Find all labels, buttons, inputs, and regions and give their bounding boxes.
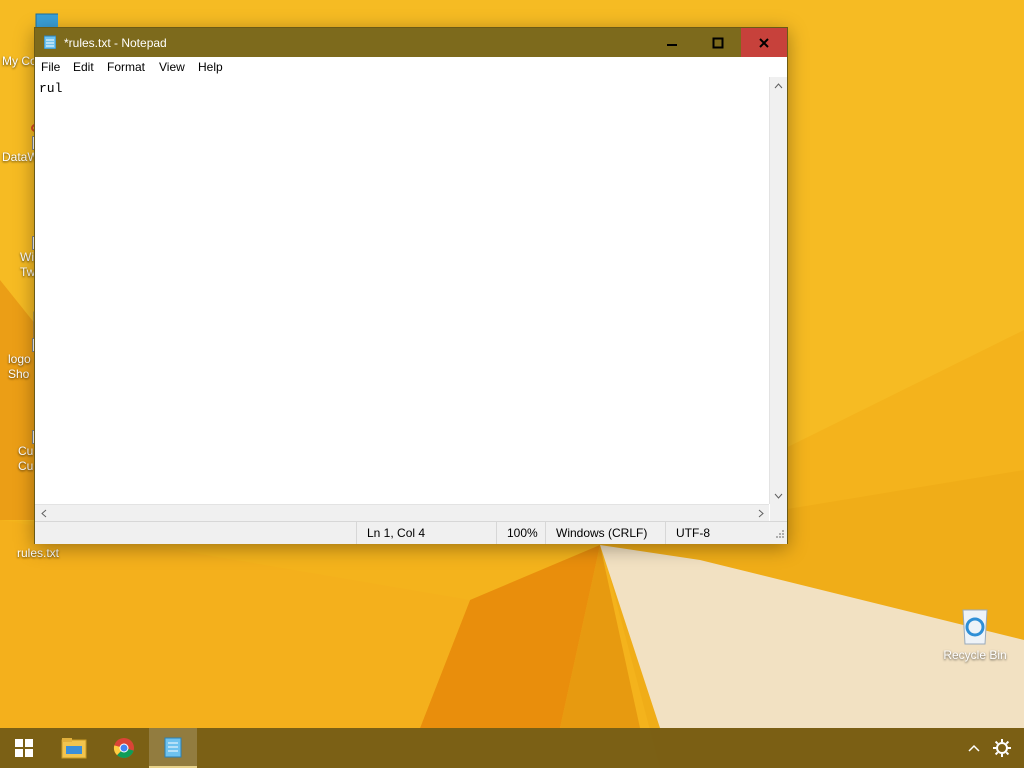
menu-view[interactable]: View — [159, 60, 185, 74]
taskbar — [0, 728, 1024, 768]
desktop-icon-label: Recycle Bin — [943, 648, 1007, 662]
close-button[interactable] — [741, 28, 787, 57]
scroll-left-icon[interactable] — [35, 505, 52, 522]
file-explorer-icon — [61, 738, 87, 759]
scroll-down-icon[interactable] — [770, 487, 787, 504]
scrollbar-corner — [770, 504, 787, 521]
notepad-icon — [43, 35, 57, 50]
recycle-bin-icon — [955, 606, 995, 646]
start-icon — [15, 739, 33, 757]
notepad-icon — [164, 737, 182, 758]
desktop-icon-label: rules.txt — [16, 546, 59, 560]
taskbar-notepad[interactable] — [149, 728, 197, 768]
status-zoom: 100% — [496, 522, 547, 544]
desktop-icon-recycle-bin[interactable]: Recycle Bin — [937, 606, 1013, 663]
taskbar-file-explorer[interactable] — [50, 728, 98, 768]
editor-content: rul — [39, 81, 63, 96]
chevron-up-icon — [968, 744, 980, 752]
vertical-scrollbar[interactable] — [769, 77, 787, 504]
horizontal-scrollbar[interactable] — [35, 504, 769, 522]
scroll-right-icon[interactable] — [752, 505, 769, 522]
minimize-button[interactable] — [649, 28, 695, 57]
chrome-icon — [113, 738, 134, 758]
title-bar[interactable]: *rules.txt - Notepad — [35, 28, 787, 57]
maximize-button[interactable] — [695, 28, 741, 57]
status-bar: Ln 1, Col 4 100% Windows (CRLF) UTF-8 — [35, 521, 787, 544]
window-title: *rules.txt - Notepad — [64, 36, 167, 50]
close-icon — [759, 37, 769, 48]
status-line-ending: Windows (CRLF) — [545, 522, 666, 544]
scroll-up-icon[interactable] — [770, 77, 787, 94]
notepad-window[interactable]: *rules.txt - Notepad File Edit Format Vi… — [34, 27, 788, 544]
tray-settings[interactable] — [984, 728, 1020, 768]
taskbar-chrome[interactable] — [100, 728, 148, 768]
menu-file[interactable]: File — [41, 60, 60, 74]
menu-help[interactable]: Help — [198, 60, 223, 74]
menu-bar: File Edit Format View Help — [35, 57, 787, 77]
minimize-icon — [667, 43, 677, 46]
menu-edit[interactable]: Edit — [73, 60, 94, 74]
start-button[interactable] — [0, 728, 48, 768]
status-position: Ln 1, Col 4 — [356, 522, 495, 544]
resize-grip-icon[interactable] — [775, 528, 785, 542]
text-editor[interactable]: rul — [35, 77, 769, 504]
settings-icon — [993, 739, 1011, 757]
menu-format[interactable]: Format — [107, 60, 145, 74]
maximize-icon — [712, 37, 724, 48]
status-encoding: UTF-8 — [665, 522, 766, 544]
